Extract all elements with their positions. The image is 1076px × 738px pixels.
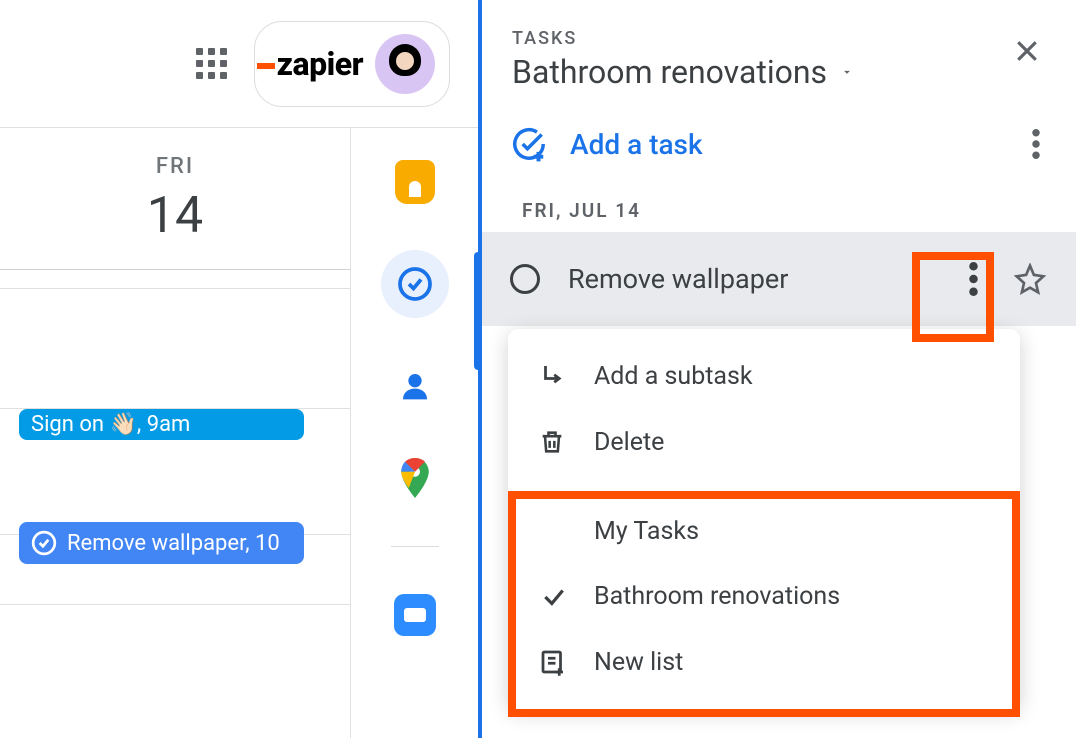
task-row[interactable]: Remove wallpaper — [482, 232, 1076, 326]
tasks-section-label: TASKS — [512, 28, 1012, 49]
caret-down-icon — [837, 65, 857, 79]
menu-label: New list — [594, 648, 683, 677]
task-complete-toggle[interactable] — [510, 264, 540, 294]
menu-add-subtask[interactable]: Add a subtask — [508, 343, 1020, 409]
account-chip[interactable]: zapier — [254, 21, 450, 107]
more-vert-icon — [969, 262, 978, 296]
maps-icon[interactable] — [391, 454, 439, 502]
tasks-header: TASKS Bathroom renovations — [482, 0, 1076, 101]
menu-label: Add a subtask — [594, 362, 753, 391]
rail-divider — [391, 546, 439, 547]
subtask-arrow-icon — [538, 361, 568, 391]
more-vert-icon — [1032, 129, 1040, 159]
menu-label: My Tasks — [594, 517, 699, 546]
menu-list-my-tasks[interactable]: My Tasks — [508, 499, 1020, 564]
google-apps-icon[interactable] — [194, 46, 230, 82]
zapier-logo: zapier — [277, 45, 363, 83]
close-button[interactable] — [1012, 28, 1046, 66]
side-rail — [351, 128, 478, 738]
check-icon — [538, 584, 570, 610]
star-outline-icon — [1014, 263, 1046, 295]
menu-delete[interactable]: Delete — [508, 409, 1020, 475]
event-title: Remove wallpaper, 10 — [67, 531, 280, 556]
list-more-button[interactable] — [1032, 129, 1040, 159]
trash-icon — [538, 427, 566, 457]
task-more-button[interactable] — [951, 248, 996, 310]
list-title: Bathroom renovations — [512, 53, 827, 91]
day-header: FRI 14 — [0, 128, 350, 245]
star-button[interactable] — [1014, 263, 1046, 295]
tasks-icon[interactable] — [381, 250, 449, 318]
event-title: Sign on 👋🏻, 9am — [31, 412, 190, 437]
keep-icon[interactable] — [391, 158, 439, 206]
day-name: FRI — [0, 154, 350, 179]
day-number: 14 — [0, 187, 350, 245]
calendar-day-column: FRI 14 Sign on 👋🏻, 9am Remove wallpaper,… — [0, 128, 351, 738]
task-date-header: FRI, JUL 14 — [482, 177, 1076, 232]
menu-new-list[interactable]: New list — [508, 629, 1020, 695]
add-task-row: Add a task — [482, 101, 1076, 177]
add-task-button[interactable]: Add a task — [510, 125, 703, 163]
zoom-icon[interactable] — [391, 591, 439, 639]
topbar: zapier — [0, 0, 478, 128]
contacts-icon[interactable] — [391, 362, 439, 410]
task-context-menu: Add a subtask Delete My Tasks Bathroom r… — [508, 329, 1020, 709]
list-selector[interactable]: Bathroom renovations — [512, 53, 1012, 91]
task-title: Remove wallpaper — [568, 263, 951, 295]
calendar-event[interactable]: Sign on 👋🏻, 9am — [19, 409, 304, 440]
avatar — [375, 34, 435, 94]
menu-list-bathroom[interactable]: Bathroom renovations — [508, 564, 1020, 629]
add-task-icon — [510, 125, 548, 163]
calendar-grid[interactable]: Sign on 👋🏻, 9am Remove wallpaper, 10 — [0, 269, 350, 605]
task-check-icon — [31, 530, 57, 556]
menu-label: Delete — [594, 428, 664, 457]
add-task-label: Add a task — [570, 128, 703, 161]
calendar-task-event[interactable]: Remove wallpaper, 10 — [19, 522, 304, 564]
menu-label: Bathroom renovations — [594, 582, 840, 611]
close-icon — [1012, 36, 1042, 66]
new-list-icon — [538, 647, 568, 677]
